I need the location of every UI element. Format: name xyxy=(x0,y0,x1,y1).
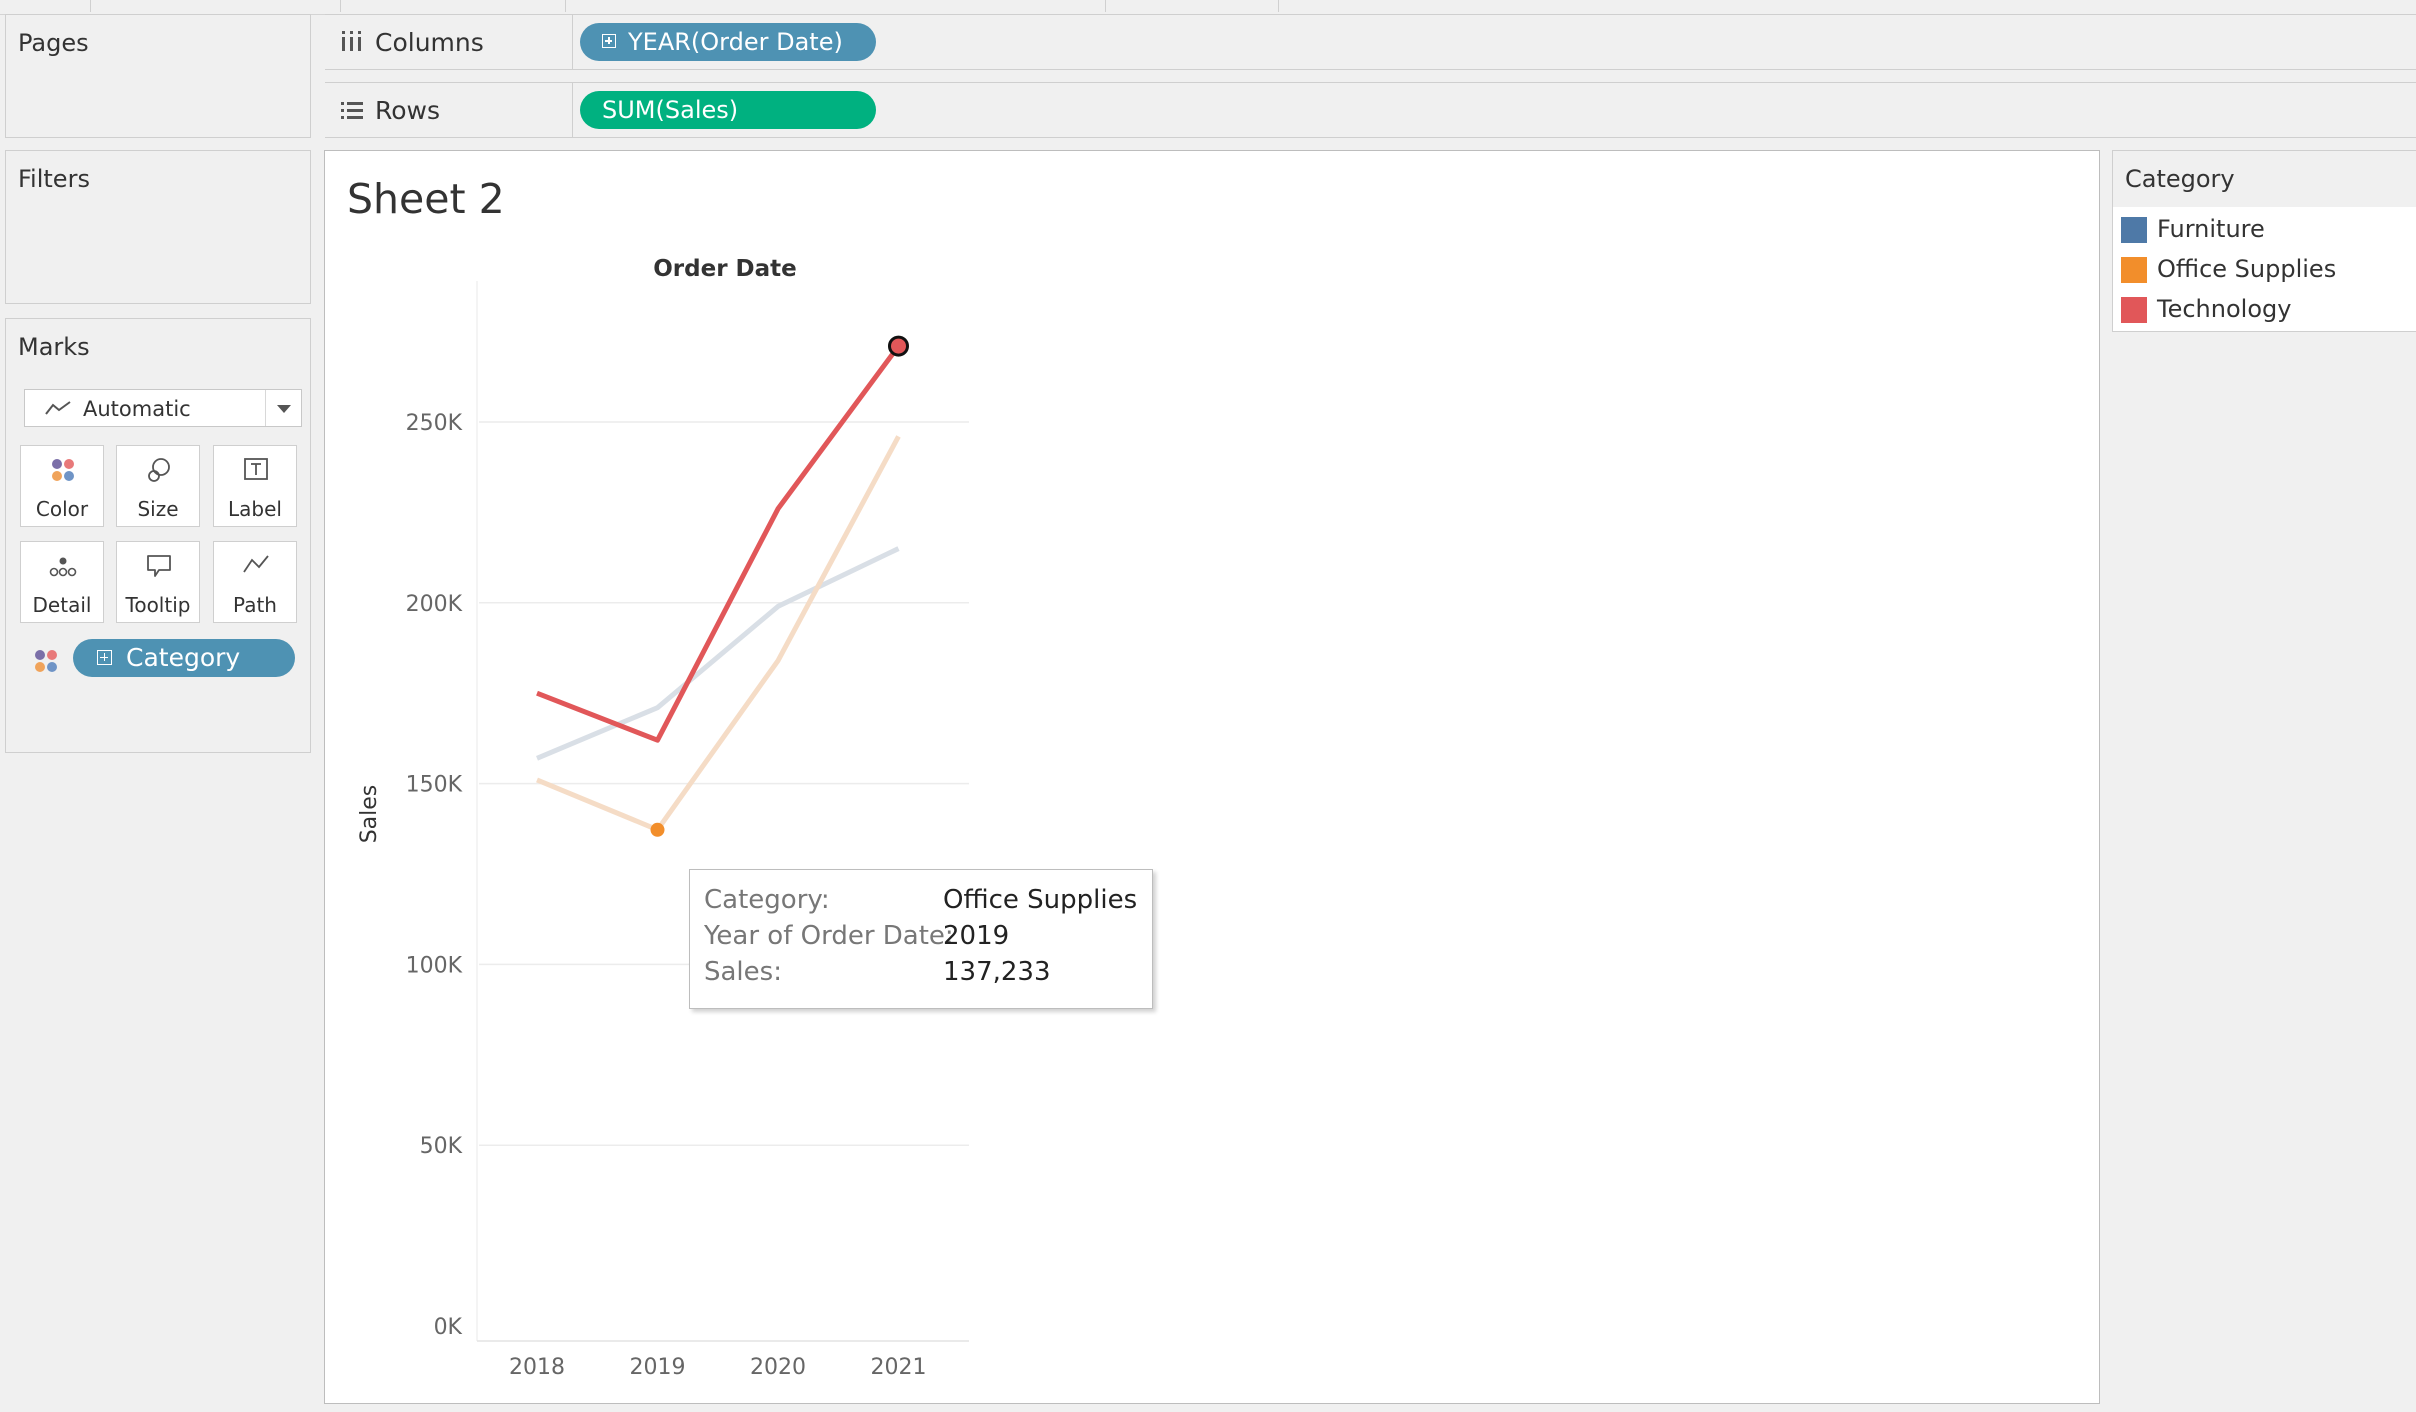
rows-label-box: Rows xyxy=(325,83,573,137)
mark-type-label: Automatic xyxy=(83,397,191,421)
text-label-icon xyxy=(244,458,268,480)
marks-card: Marks Automatic Color Size Label Detail … xyxy=(5,318,311,753)
legend-title: Category xyxy=(2125,165,2235,193)
x-tick-label: 2019 xyxy=(630,1355,686,1380)
pages-shelf[interactable]: Pages xyxy=(5,14,311,138)
y-axis-title: Sales xyxy=(357,785,382,844)
path-button[interactable]: Path xyxy=(213,541,297,623)
detail-button[interactable]: Detail xyxy=(20,541,104,623)
size-icon xyxy=(148,458,170,482)
strip-divider xyxy=(1105,0,1106,12)
category-pill-label: Category xyxy=(126,643,241,672)
size-button[interactable]: Size xyxy=(116,445,200,527)
legend-label: Office Supplies xyxy=(2157,255,2337,283)
size-button-label: Size xyxy=(137,497,179,521)
x-tick-label: 2021 xyxy=(871,1355,927,1380)
y-tick-label: 50K xyxy=(420,1134,463,1159)
detail-button-label: Detail xyxy=(32,593,92,617)
legend-swatch xyxy=(2121,257,2147,283)
strip-divider xyxy=(90,0,91,12)
marks-title: Marks xyxy=(18,333,90,361)
tooltip-value: 2019 xyxy=(943,921,1010,951)
line-chart[interactable]: Order Date Sales 0K 50K 100K 150K 200K 250K 2018… xyxy=(325,151,2095,1401)
x-axis-title: Order Date xyxy=(653,256,797,282)
label-button-label: Label xyxy=(228,497,282,521)
year-order-date-pill[interactable]: YEAR(Order Date) xyxy=(580,23,876,61)
rows-shelf[interactable]: Rows SUM(Sales) xyxy=(325,82,2416,138)
legend-swatch xyxy=(2121,297,2147,323)
columns-icon xyxy=(342,31,361,51)
series-line-furniture xyxy=(536,546,900,761)
tooltip-button[interactable]: Tooltip xyxy=(116,541,200,623)
filters-title: Filters xyxy=(18,165,90,193)
tooltip-value: 137,233 xyxy=(943,957,1051,987)
y-tick-label: 200K xyxy=(406,592,463,617)
strip-divider xyxy=(1278,0,1279,12)
line-mark-icon xyxy=(45,401,71,415)
y-tick-label: 150K xyxy=(406,773,463,798)
top-tab-strip xyxy=(0,0,2416,15)
color-button-label: Color xyxy=(35,497,89,521)
color-button[interactable]: Color xyxy=(20,445,104,527)
filters-shelf[interactable]: Filters xyxy=(5,150,311,304)
path-button-label: Path xyxy=(233,593,277,617)
tooltip-key: Sales: xyxy=(704,957,782,987)
tooltip-key: Year of Order Date: xyxy=(704,921,954,951)
speech-bubble-icon xyxy=(147,555,171,577)
legend-label: Technology xyxy=(2157,295,2292,323)
columns-label-box: Columns xyxy=(325,15,573,69)
y-tick-label: 250K xyxy=(406,411,463,436)
expand-plus-icon[interactable] xyxy=(602,34,616,48)
x-tick-label: 2018 xyxy=(509,1355,565,1380)
chevron-down-icon[interactable] xyxy=(265,390,301,426)
legend-swatch xyxy=(2121,217,2147,243)
expand-plus-icon[interactable] xyxy=(97,650,112,665)
rows-pill-label: SUM(Sales) xyxy=(602,96,739,124)
detail-dots-icon xyxy=(49,557,77,577)
strip-divider xyxy=(340,0,341,12)
color-dots-icon xyxy=(35,650,57,672)
color-dots-icon xyxy=(52,459,74,481)
x-tick-label: 2020 xyxy=(750,1355,806,1380)
y-tick-label: 100K xyxy=(406,953,463,978)
sum-sales-pill[interactable]: SUM(Sales) xyxy=(580,91,876,129)
rows-label: Rows xyxy=(375,96,441,125)
tooltip-popup: Category: Office Supplies Year of Order … xyxy=(689,869,1153,1009)
selected-data-point xyxy=(650,822,665,837)
strip-divider xyxy=(565,0,566,12)
columns-label: Columns xyxy=(375,28,484,57)
hovered-data-point xyxy=(888,335,909,357)
series-line-office-supplies xyxy=(536,435,901,833)
tooltip-key: Category: xyxy=(704,885,830,915)
label-button[interactable]: Label xyxy=(213,445,297,527)
y-tick-label: 0K xyxy=(434,1315,463,1340)
mark-type-dropdown[interactable]: Automatic xyxy=(24,389,302,427)
category-color-pill[interactable]: Category xyxy=(73,639,295,677)
legend-label: Furniture xyxy=(2157,215,2265,243)
rows-icon xyxy=(341,102,363,119)
legend-header: Category xyxy=(2113,151,2416,207)
series-line-technology xyxy=(536,344,901,743)
columns-shelf[interactable]: Columns YEAR(Order Date) xyxy=(325,14,2416,70)
path-icon xyxy=(243,555,269,573)
tooltip-button-label: Tooltip xyxy=(125,593,191,617)
worksheet-view[interactable]: Sheet 2 Order Date Sales 0K 50K 100K 150K 200K… xyxy=(324,150,2100,1404)
pages-title: Pages xyxy=(18,29,89,57)
category-legend: Category Furniture Office Supplies Techn… xyxy=(2112,150,2416,332)
columns-pill-label: YEAR(Order Date) xyxy=(628,28,843,56)
tooltip-value: Office Supplies xyxy=(943,885,1138,915)
